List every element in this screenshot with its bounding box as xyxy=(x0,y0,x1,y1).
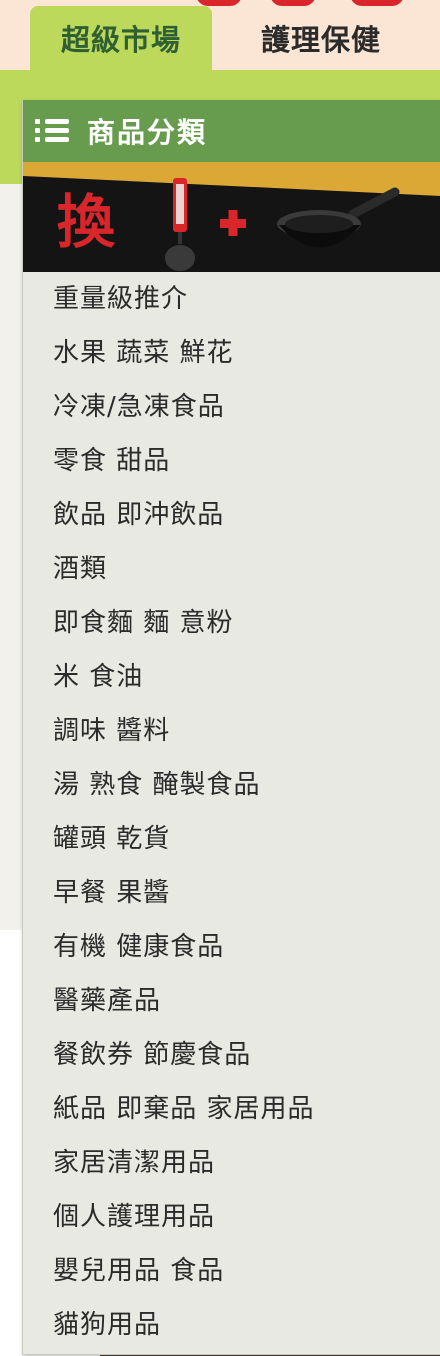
category-item[interactable]: 米 食油 xyxy=(23,650,440,704)
category-item[interactable]: 個人護理用品 xyxy=(23,1190,440,1244)
tab-supermarket[interactable]: 超級市場 xyxy=(30,6,212,70)
category-item[interactable]: 餐飲券 節慶食品 xyxy=(23,1028,440,1082)
category-item[interactable]: 水果 蔬菜 鮮花 xyxy=(23,326,440,380)
category-item[interactable]: 調味 醬料 xyxy=(23,704,440,758)
promo-banner-graphic: 換 xyxy=(23,162,440,272)
list-icon xyxy=(35,118,69,144)
tab-health-care[interactable]: 護理保健 xyxy=(226,6,416,70)
category-item[interactable]: 飲品 即沖飲品 xyxy=(23,488,440,542)
category-item[interactable]: 嬰兒用品 食品 xyxy=(23,1244,440,1298)
category-item[interactable]: 酒類 xyxy=(23,542,440,596)
category-item[interactable]: 罐頭 乾貨 xyxy=(23,812,440,866)
category-menu-header[interactable]: 商品分類 xyxy=(23,100,440,162)
category-list: 重量級推介 水果 蔬菜 鮮花 冷凍/急凍食品 零食 甜品 飲品 即沖飲品 酒類 … xyxy=(23,272,440,1352)
category-item[interactable]: 重量級推介 xyxy=(23,272,440,326)
category-item[interactable]: 冷凍/急凍食品 xyxy=(23,380,440,434)
promo-banner[interactable]: 換 xyxy=(23,162,440,272)
category-menu: 商品分類 換 重量級推介 水果 蔬菜 鮮花 冷凍/急凍食品 零食 甜品 飲品 即… xyxy=(22,100,440,1355)
category-item[interactable]: 即食麵 麵 意粉 xyxy=(23,596,440,650)
top-nav-bar: 超級市場 護理保健 xyxy=(0,0,440,70)
tab-supermarket-label: 超級市場 xyxy=(60,23,181,57)
category-item[interactable]: 湯 熟食 醃製食品 xyxy=(23,758,440,812)
category-menu-title: 商品分類 xyxy=(87,116,208,149)
category-item[interactable]: 貓狗用品 xyxy=(23,1298,440,1352)
category-item[interactable]: 零食 甜品 xyxy=(23,434,440,488)
category-item[interactable]: 早餐 果醬 xyxy=(23,866,440,920)
category-item[interactable]: 醫藥產品 xyxy=(23,974,440,1028)
category-item[interactable]: 紙品 即棄品 家居用品 xyxy=(23,1082,440,1136)
category-item[interactable]: 有機 健康食品 xyxy=(23,920,440,974)
tab-health-care-label: 護理保健 xyxy=(260,23,381,57)
promo-banner-text: 換 xyxy=(57,188,116,256)
category-item[interactable]: 家居清潔用品 xyxy=(23,1136,440,1190)
